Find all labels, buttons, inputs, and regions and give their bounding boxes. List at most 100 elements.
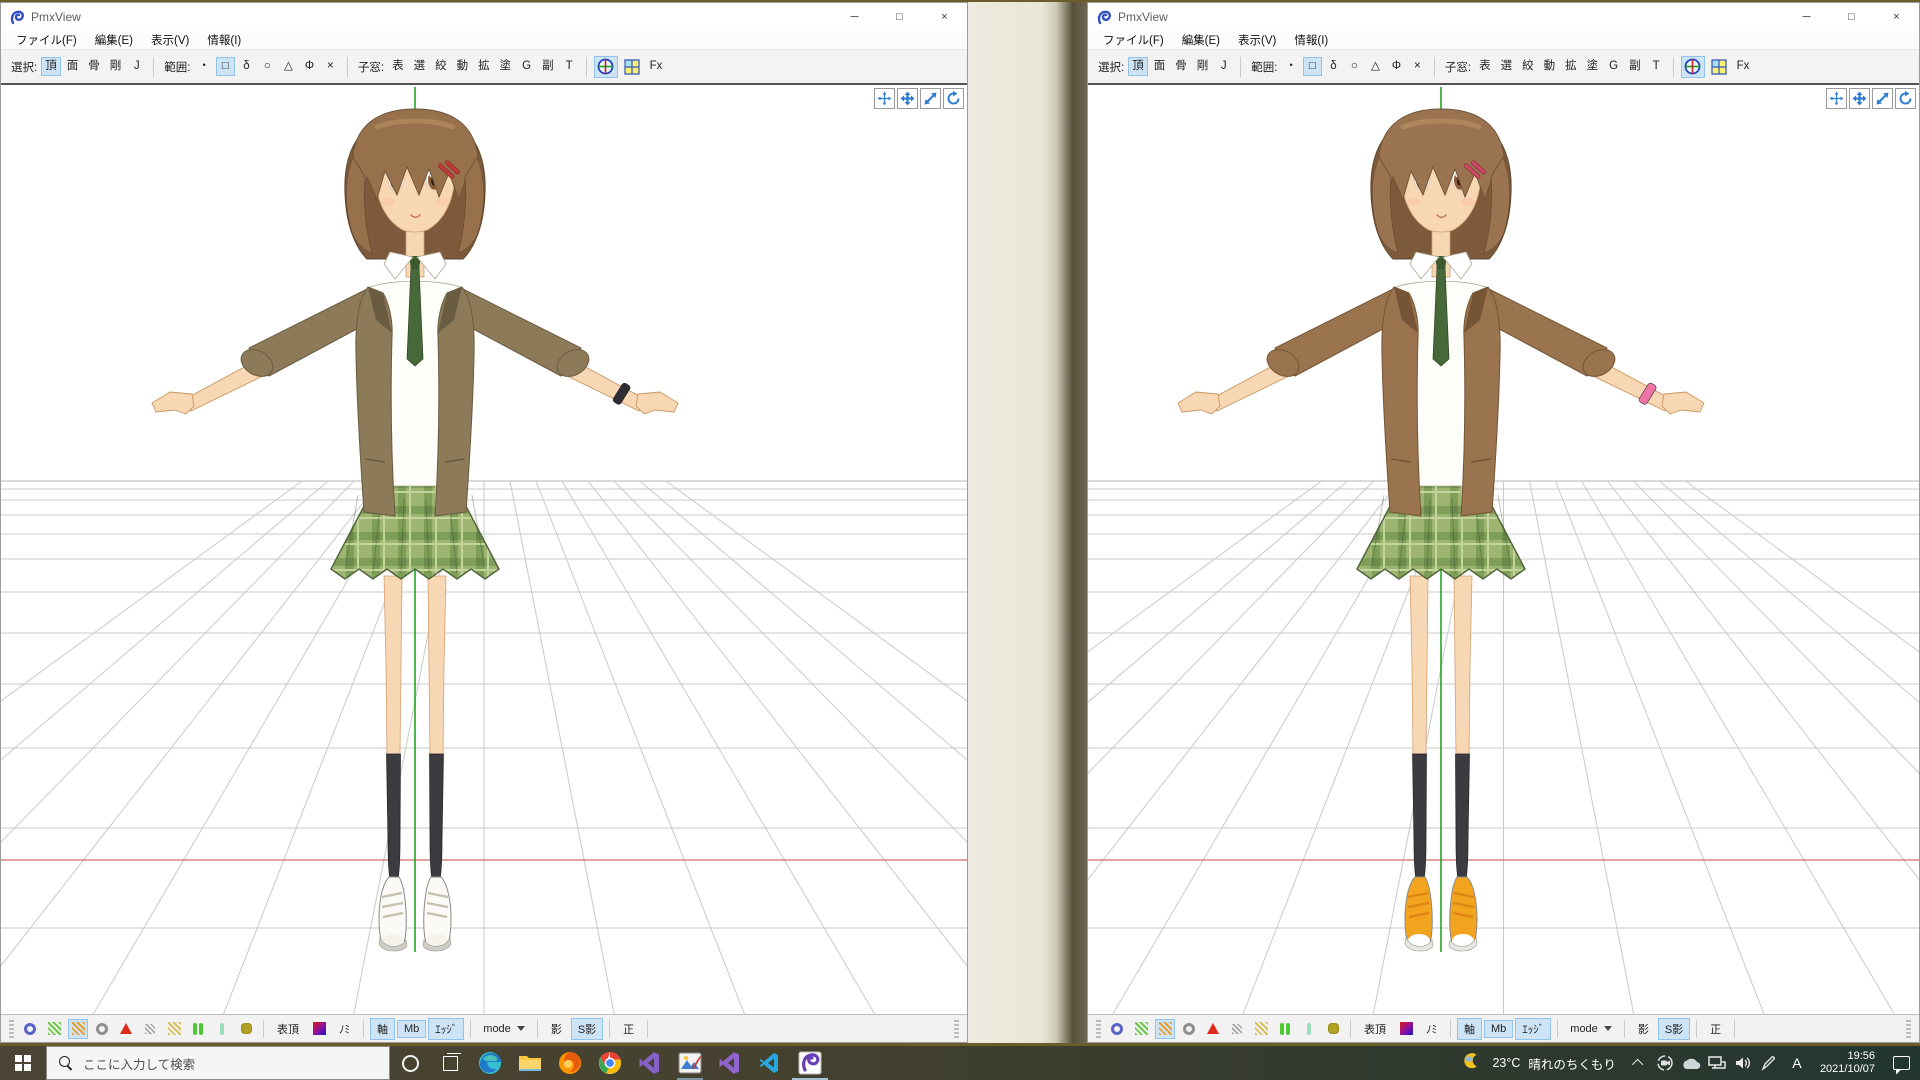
rigid-display-toggle[interactable] (236, 1019, 256, 1039)
nomi-button[interactable]: ﾉﾐ (332, 1018, 357, 1040)
menu-info[interactable]: 情報(I) (1285, 31, 1337, 49)
titlebar[interactable]: PmxView ─ □ × (1088, 3, 1919, 31)
taskbar-app-chrome[interactable] (590, 1046, 630, 1080)
subwin-fuku-button[interactable]: 副 (538, 57, 558, 76)
wire-orange-toggle[interactable] (68, 1018, 88, 1039)
taskbar-app-image-viewer[interactable] (670, 1046, 710, 1080)
statusbar-resize-grip[interactable] (954, 1019, 959, 1038)
wire-gray-toggle[interactable] (1227, 1019, 1247, 1039)
subwin-t-button[interactable]: T (560, 57, 579, 76)
close-button[interactable]: × (922, 3, 967, 31)
statusbar-grip[interactable] (1096, 1019, 1101, 1038)
range-phi-button[interactable]: Φ (300, 57, 319, 76)
bone-pale-toggle[interactable] (212, 1019, 232, 1039)
select-rigid-button[interactable]: 剛 (106, 57, 126, 76)
mb-toggle[interactable]: Mb (397, 1019, 427, 1038)
bone-pale-toggle[interactable] (1299, 1019, 1319, 1039)
subwin-t-button[interactable]: T (1647, 57, 1666, 76)
zoom-button[interactable] (920, 88, 941, 109)
vertex-display-toggle[interactable] (1107, 1019, 1127, 1039)
wire-green-toggle[interactable] (44, 1019, 64, 1039)
taskbar-app-pmx-editor[interactable] (790, 1046, 830, 1080)
range-point-button[interactable]: ・ (194, 57, 214, 76)
menu-info[interactable]: 情報(I) (198, 31, 250, 49)
select-rigid-button[interactable]: 剛 (1193, 57, 1213, 76)
select-joint-button[interactable]: J (127, 57, 146, 76)
rotate-button[interactable] (1895, 88, 1916, 109)
range-phi-button[interactable]: Φ (1387, 57, 1406, 76)
vertex-surface-button[interactable]: 表頂 (1357, 1018, 1393, 1040)
range-triangle-button[interactable]: △ (1366, 57, 1385, 76)
ime-mode-indicator[interactable]: A (1782, 1055, 1812, 1071)
menu-view[interactable]: 表示(V) (142, 31, 198, 49)
titlebar[interactable]: PmxView ─ □ × (1, 3, 967, 31)
mode-dropdown[interactable]: mode (1563, 1021, 1619, 1037)
zoom-button[interactable] (1872, 88, 1893, 109)
cortana-button[interactable] (390, 1046, 430, 1080)
statusbar-grip[interactable] (9, 1019, 14, 1038)
select-bone-button[interactable]: 骨 (1171, 57, 1191, 76)
subwin-g-button[interactable]: G (517, 57, 536, 76)
shadow-toggle[interactable]: 影 (544, 1018, 569, 1040)
material-color-button[interactable] (1396, 1019, 1416, 1039)
axis-toggle[interactable]: 軸 (1457, 1017, 1482, 1040)
onedrive-button[interactable] (1678, 1046, 1704, 1080)
fx-button[interactable]: Fx (1733, 57, 1754, 76)
wire-khaki-toggle[interactable] (1251, 1019, 1271, 1039)
subwin-hyou-button[interactable]: 表 (388, 57, 408, 76)
pan-camera-button[interactable] (874, 88, 895, 109)
range-rect-button[interactable]: □ (215, 57, 235, 76)
wire-green-toggle[interactable] (1131, 1019, 1151, 1039)
3d-viewport[interactable] (1, 83, 967, 1014)
mode-dropdown[interactable]: mode (476, 1021, 532, 1037)
pan-camera-button[interactable] (1826, 88, 1847, 109)
subwin-g-button[interactable]: G (1604, 57, 1623, 76)
face-display-toggle[interactable] (1203, 1019, 1223, 1039)
minimize-button[interactable]: ─ (1784, 3, 1829, 31)
face-display-toggle[interactable] (116, 1019, 136, 1039)
subwin-nuri-button[interactable]: 塗 (496, 57, 516, 76)
subwin-dou-button[interactable]: 動 (1540, 57, 1560, 76)
axis-toggle[interactable]: 軸 (370, 1017, 395, 1040)
wire-khaki-toggle[interactable] (164, 1019, 184, 1039)
3d-viewport[interactable] (1088, 83, 1919, 1014)
fx-button[interactable]: Fx (646, 57, 667, 76)
subwin-sen-button[interactable]: 選 (410, 57, 430, 76)
range-clear-button[interactable]: × (321, 57, 340, 76)
start-button[interactable] (0, 1046, 46, 1080)
select-vertex-button[interactable]: 頂 (41, 57, 61, 76)
rigid-display-toggle[interactable] (1323, 1019, 1343, 1039)
windows-ink-button[interactable] (1756, 1046, 1782, 1080)
taskbar-app-vscode[interactable] (750, 1046, 790, 1080)
range-triangle-button[interactable]: △ (279, 57, 298, 76)
range-clear-button[interactable]: × (1408, 57, 1427, 76)
material-color-button[interactable] (309, 1019, 329, 1039)
range-circle-button[interactable]: ○ (1345, 57, 1364, 76)
subwin-fuku-button[interactable]: 副 (1625, 57, 1645, 76)
move-button[interactable] (1849, 88, 1870, 109)
subwin-kaku-button[interactable]: 拡 (474, 57, 494, 76)
menu-edit[interactable]: 編集(E) (1173, 31, 1229, 49)
taskbar-app-visual-studio-2[interactable] (710, 1046, 750, 1080)
taskbar-weather[interactable]: 23°C 晴れのちくもり (1452, 1052, 1625, 1074)
subwin-shibori-button[interactable]: 絞 (431, 57, 451, 76)
vertex-surface-button[interactable]: 表頂 (270, 1018, 306, 1040)
select-bone-button[interactable]: 骨 (84, 57, 104, 76)
point-gray-toggle[interactable] (1179, 1019, 1199, 1039)
point-gray-toggle[interactable] (92, 1019, 112, 1039)
menu-file[interactable]: ファイル(F) (7, 31, 86, 49)
range-rect-button[interactable]: □ (1302, 57, 1322, 76)
bone-display-toggle[interactable] (188, 1019, 208, 1039)
select-vertex-button[interactable]: 頂 (1128, 57, 1148, 76)
selfshadow-toggle[interactable]: S影 (570, 1017, 604, 1040)
menu-view[interactable]: 表示(V) (1229, 31, 1285, 49)
wire-orange-toggle[interactable] (1155, 1018, 1175, 1039)
edge-toggle[interactable]: ｴｯｼﾞ (1515, 1017, 1552, 1040)
move-button[interactable] (897, 88, 918, 109)
wire-gray-toggle[interactable] (140, 1019, 160, 1039)
taskbar-clock[interactable]: 19:56 2021/10/07 (1812, 1050, 1883, 1076)
range-lasso-button[interactable]: δ (237, 57, 256, 76)
bone-display-toggle[interactable] (1275, 1019, 1295, 1039)
taskbar-app-visual-studio[interactable] (630, 1046, 670, 1080)
axis-gizmo-button[interactable] (593, 55, 618, 78)
